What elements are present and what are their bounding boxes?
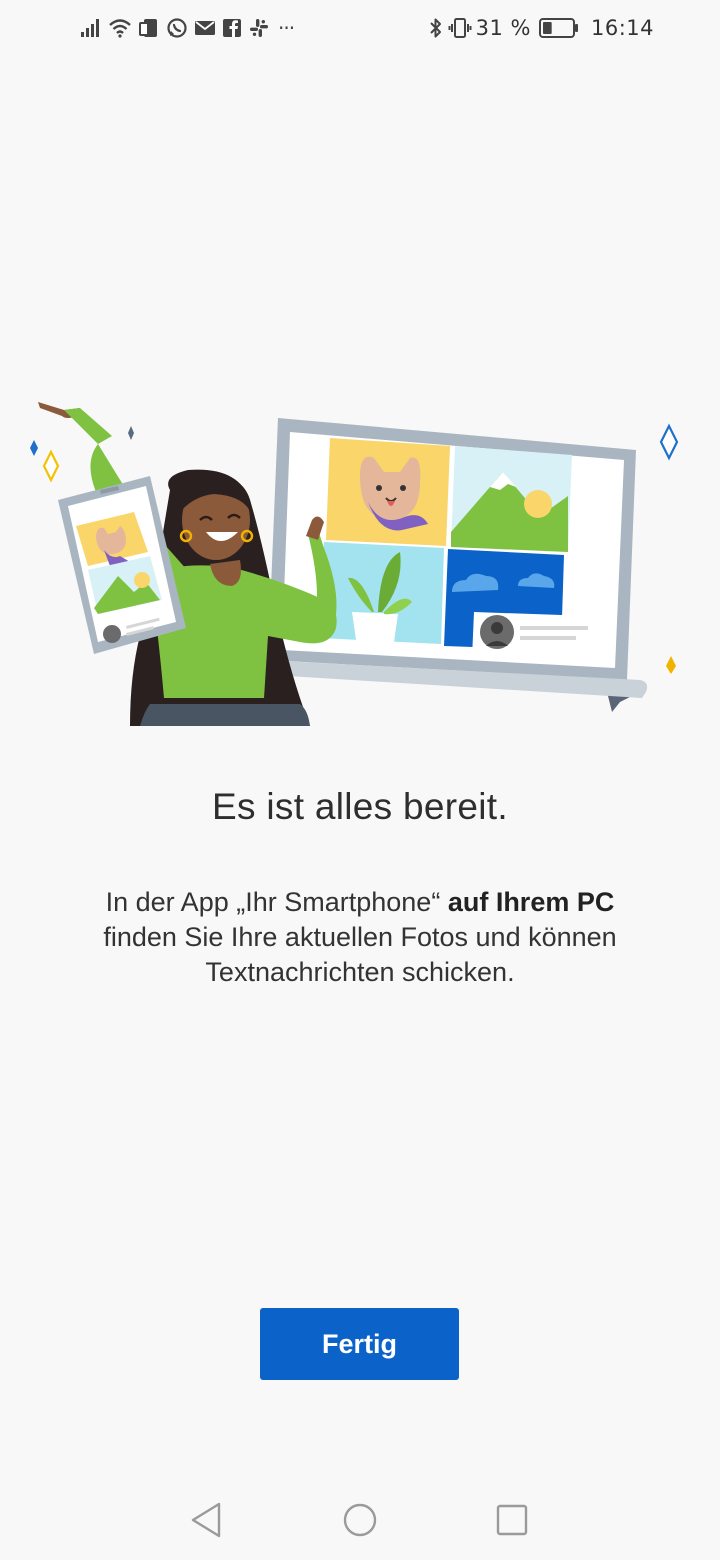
description-text: In der App „Ihr Smartphone“ auf Ihrem PC… (90, 885, 630, 990)
signal-icon (80, 18, 102, 38)
hero-illustration (0, 380, 720, 740)
recents-icon[interactable] (490, 1498, 534, 1542)
vibrate-icon (448, 16, 472, 40)
slack-icon (248, 17, 270, 39)
system-icons: 31 % 16:14 (428, 14, 654, 42)
bluetooth-icon (428, 16, 444, 40)
clock: 16:14 (590, 16, 654, 40)
battery-icon (538, 17, 579, 39)
back-icon[interactable] (184, 1498, 228, 1542)
description-part-1: In der App „Ihr Smartphone“ (105, 887, 448, 917)
done-button[interactable]: Fertig (260, 1308, 459, 1380)
notification-icons: ··· (80, 14, 295, 42)
status-bar: ··· 31 % 16:14 (0, 0, 720, 56)
whatsapp-icon (166, 17, 188, 39)
facebook-icon (222, 18, 242, 38)
laptop-illustration (253, 418, 648, 698)
mail-icon (194, 19, 216, 37)
description-part-2: finden Sie Ihre aktuellen Fotos und könn… (103, 922, 617, 987)
battery-percent: 31 % (475, 16, 531, 40)
wifi-icon (108, 18, 132, 38)
navigation-bar (0, 1476, 720, 1560)
sim-icon (138, 17, 160, 39)
page-title: Es ist alles bereit. (212, 786, 508, 827)
more-icon: ··· (278, 16, 295, 40)
smartphone-illustration (58, 476, 186, 654)
description-bold: auf Ihrem PC (447, 887, 615, 917)
home-icon[interactable] (338, 1498, 382, 1542)
